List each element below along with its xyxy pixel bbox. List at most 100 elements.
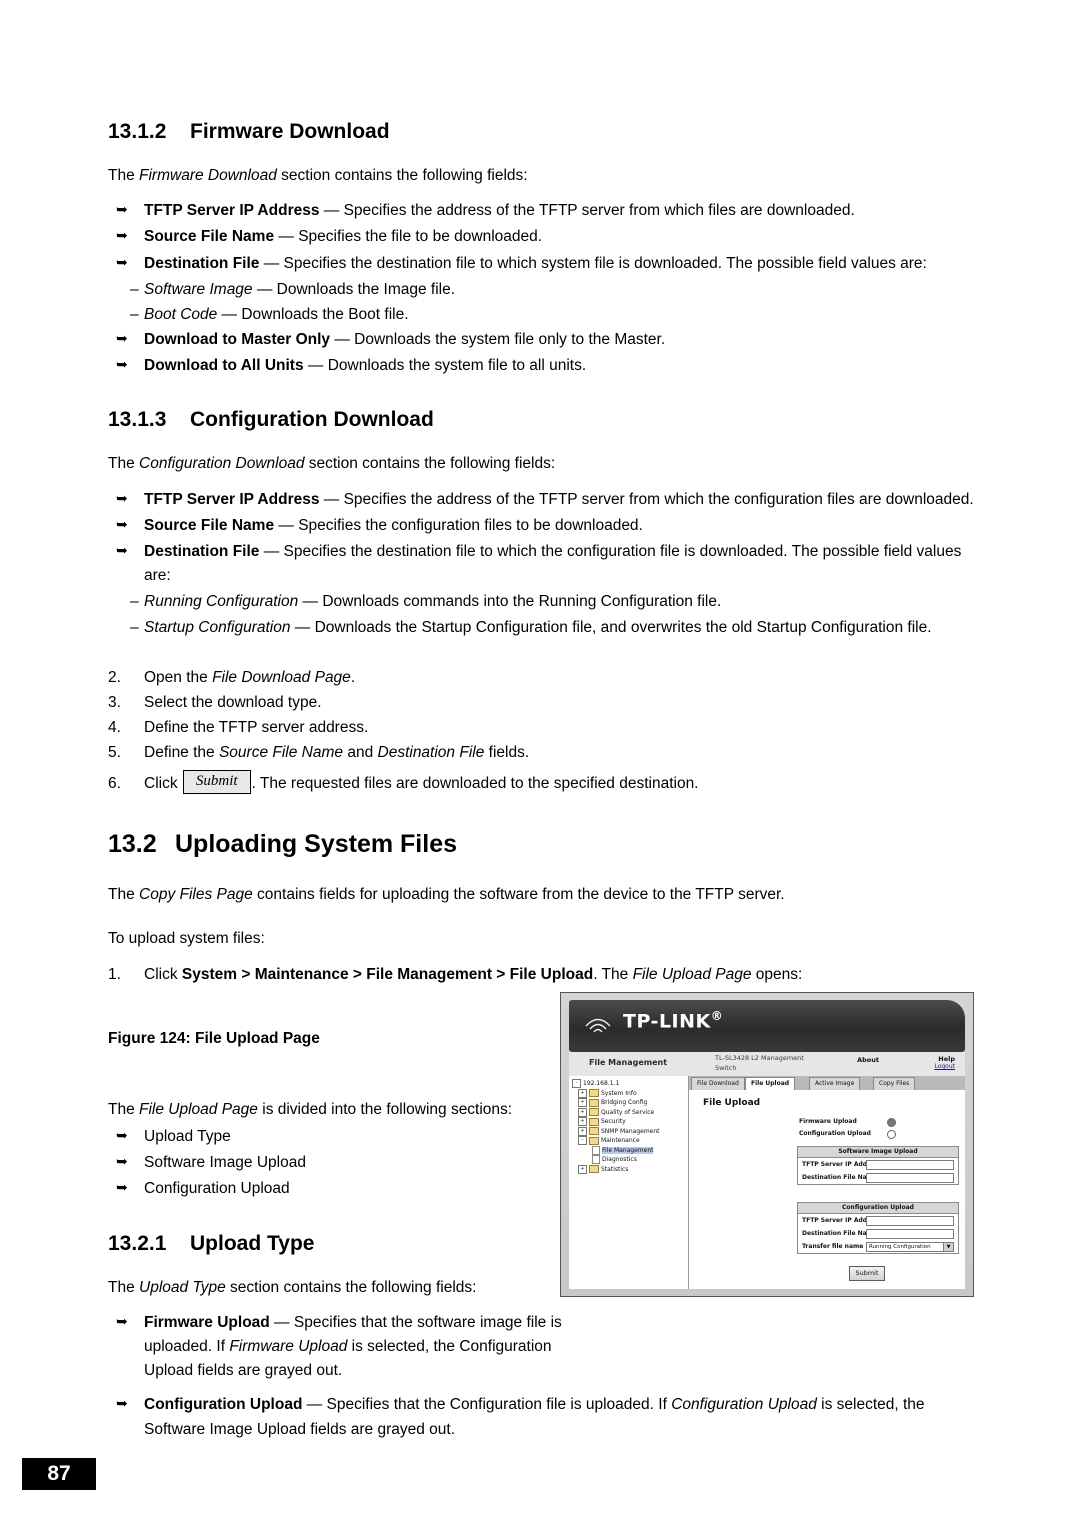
document-page: 13.1.2 Firmware Download The Firmware Dow… — [0, 0, 1080, 1539]
heading-firmware-download: 13.1.2 Firmware Download — [108, 120, 978, 144]
submit-button-figure[interactable]: Submit — [182, 770, 251, 794]
tab-file-download[interactable]: File Download — [691, 1077, 745, 1091]
chevron-down-icon[interactable]: ▼ — [943, 1242, 953, 1251]
list-item: ➥ Source File Name — Specifies the config… — [108, 514, 978, 538]
navigation-tree[interactable]: -192.168.1.1 + System Info + Bridging Conf… — [569, 1076, 689, 1289]
arrow-bullet-icon: ➥ — [116, 1312, 128, 1329]
configuration-upload-label: Configuration Upload — [799, 1130, 871, 1137]
bullet-term: Configuration Upload — [144, 1396, 303, 1414]
tab-copy-files[interactable]: Copy Files — [873, 1077, 916, 1091]
intro-suffix: section contains the following fields: — [276, 167, 528, 184]
tree-node-snmp-management[interactable]: + SNMP Management — [572, 1126, 688, 1137]
transfer-file-name-value: Running Configuration — [869, 1243, 931, 1250]
bullet-italic: Configuration Upload — [671, 1396, 817, 1414]
folder-icon — [589, 1108, 599, 1116]
step-post: fields. — [484, 744, 530, 762]
bullet-term: Destination File — [144, 543, 260, 561]
tftp-server-ip-input[interactable] — [866, 1159, 954, 1170]
expand-icon[interactable]: + — [578, 1164, 587, 1174]
folder-icon — [589, 1098, 599, 1107]
step-text: Click — [144, 775, 182, 793]
page-icon — [592, 1155, 600, 1164]
bullet-text: — Specifies the destination file to whic… — [144, 543, 962, 585]
main-panel: File Upload Firmware Upload Configuratio… — [689, 1090, 965, 1289]
logout-link[interactable]: Logout — [934, 1063, 955, 1070]
dash-icon: – — [130, 593, 139, 611]
tree-node-root[interactable]: -192.168.1.1 — [572, 1079, 688, 1089]
expand-icon[interactable]: + — [578, 1117, 587, 1126]
configuration-upload-header: Configuration Upload — [798, 1203, 958, 1214]
configuration-upload-radio[interactable] — [887, 1130, 896, 1139]
bullet-text: Software Image Upload — [144, 1154, 306, 1172]
tree-node-statistics[interactable]: + Statistics — [572, 1164, 688, 1175]
arrow-bullet-icon: ➥ — [116, 227, 128, 244]
page-icon — [592, 1145, 600, 1155]
sub-text: — Downloads the Boot file. — [217, 305, 409, 323]
bullet-text: — Specifies the destination file to whic… — [259, 254, 927, 272]
transfer-file-name-select[interactable]: Running Configuration ▼ — [866, 1241, 954, 1252]
tree-node-label: 192.168.1.1 — [583, 1080, 620, 1087]
about-link[interactable]: About — [857, 1056, 879, 1064]
sub-term: Boot Code — [144, 305, 218, 323]
arrow-bullet-icon: ➥ — [116, 201, 128, 218]
heading-uploading-system-files: 13.2 Uploading System Files — [108, 830, 978, 859]
expand-icon[interactable]: - — [572, 1079, 581, 1088]
expand-icon[interactable]: + — [578, 1088, 587, 1098]
step-number: 3. — [108, 693, 121, 711]
tree-node-diagnostics[interactable]: Diagnostics — [572, 1155, 688, 1165]
firmware-upload-radio[interactable] — [887, 1118, 896, 1127]
tree-node-security[interactable]: + Security — [572, 1117, 688, 1127]
dash-icon: – — [130, 618, 139, 636]
bullet-term: Download to Master Only — [144, 331, 331, 349]
bullet-term: Source File Name — [144, 228, 275, 246]
help-label[interactable]: Help — [938, 1055, 955, 1063]
sub-term: Startup Configuration — [144, 618, 291, 636]
expand-icon[interactable]: + — [578, 1098, 587, 1107]
firmware-download-subitems: – Software Image — Downloads the Image fi… — [108, 278, 978, 327]
upload-steps: 1. Click System > Maintenance > File Mana… — [108, 962, 978, 987]
folder-open-icon — [589, 1136, 599, 1145]
list-item: ➥ Download to Master Only — Downloads the… — [108, 328, 978, 352]
tree-node-quality-of-service[interactable]: + Quality of Service — [572, 1107, 688, 1118]
heading-number: 13.2 — [108, 830, 157, 859]
expand-icon[interactable]: + — [578, 1126, 587, 1136]
page-title: File Upload — [703, 1098, 761, 1108]
tab-file-upload[interactable]: File Upload — [745, 1077, 796, 1091]
configuration-upload-section: Configuration Upload TFTP Server IP Addr… — [797, 1202, 959, 1254]
step-text: Open the — [144, 668, 213, 686]
sub-term: Running Configuration — [144, 593, 299, 611]
sub-list-item: – Running Configuration — Downloads comma… — [108, 590, 978, 614]
intro-suffix: contains fields for uploading the softwa… — [252, 886, 785, 904]
software-image-upload-section: Software Image Upload TFTP Server IP Add… — [797, 1146, 959, 1185]
heading-number: 13.1.3 — [108, 408, 167, 432]
dash-icon: – — [130, 305, 139, 323]
expand-icon[interactable]: + — [578, 1107, 587, 1117]
config-destination-file-name-input[interactable] — [866, 1228, 954, 1239]
tree-node-system-info[interactable]: + System Info — [572, 1088, 688, 1099]
collapse-icon[interactable]: - — [578, 1136, 587, 1145]
divided-intro: The File Upload Page is divided into the… — [108, 1098, 538, 1121]
intro-italic: Upload Type — [139, 1278, 226, 1296]
help-link[interactable]: Help Logout — [934, 1055, 955, 1070]
submit-button[interactable]: Submit — [849, 1266, 885, 1281]
tree-node-file-management[interactable]: File Management — [572, 1145, 688, 1156]
tree-node-label: File Management — [602, 1146, 654, 1154]
heading-text: Upload Type — [190, 1231, 315, 1255]
list-item: ➥ Configuration Upload — Specifies that t… — [108, 1393, 978, 1441]
config-tftp-server-ip-input[interactable] — [866, 1215, 954, 1226]
tree-node-bridging-config[interactable]: + Bridging Config — [572, 1098, 688, 1108]
tab-active-image[interactable]: Active Image — [809, 1077, 861, 1091]
model-line-2: Switch — [715, 1063, 737, 1072]
bullet-term: Firmware Upload — [144, 1313, 270, 1331]
sub-text: — Downloads commands into the Running Co… — [298, 593, 722, 611]
destination-file-name-input[interactable] — [866, 1172, 954, 1183]
step-number: 1. — [108, 965, 121, 983]
intro-italic: File Upload Page — [139, 1100, 258, 1118]
arrow-bullet-icon: ➥ — [116, 1179, 128, 1196]
folder-icon — [589, 1117, 599, 1126]
bullet-italic: Firmware Upload — [229, 1338, 348, 1356]
tplink-logo-icon — [585, 1018, 611, 1033]
field-row: TFTP Server IP Address — [798, 1214, 958, 1227]
field-row: Transfer file name Running Configuration… — [798, 1240, 958, 1253]
tree-node-maintenance[interactable]: - Maintenance — [572, 1136, 688, 1146]
